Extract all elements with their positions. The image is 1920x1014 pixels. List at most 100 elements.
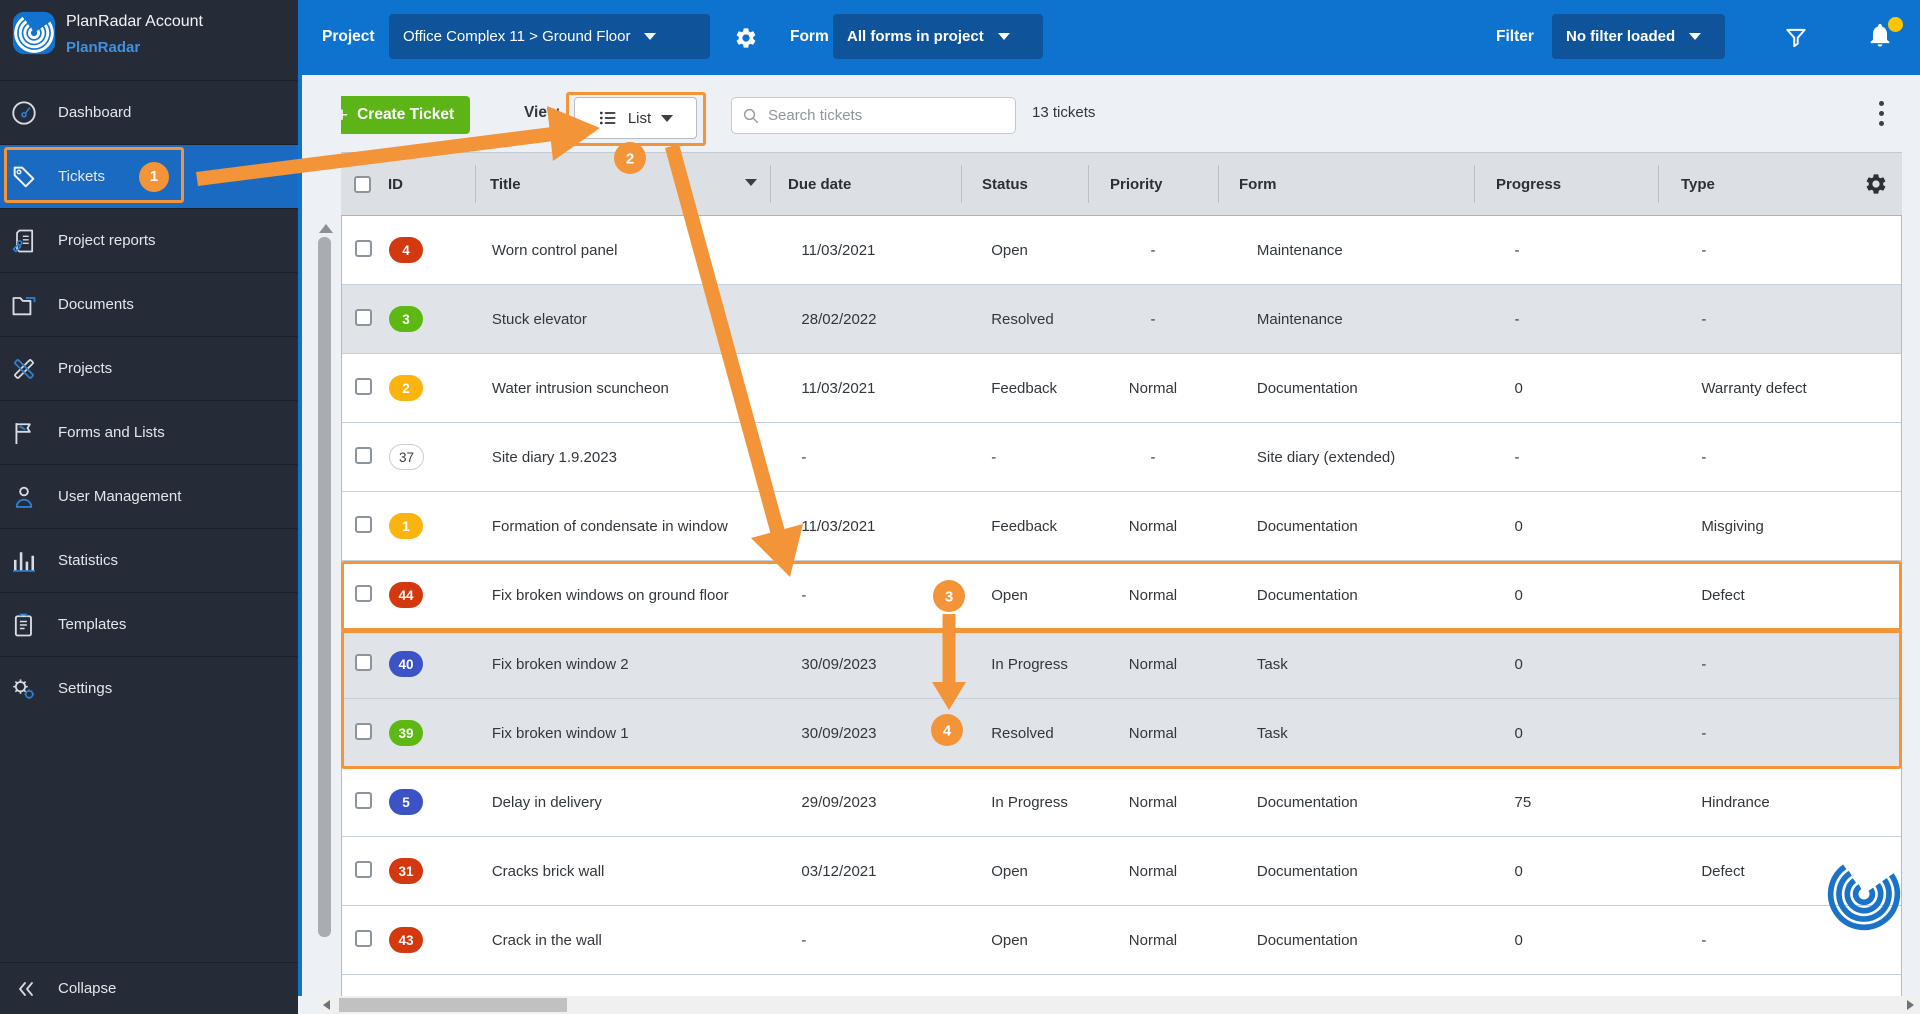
ticket-due-date-cell: -	[801, 448, 807, 466]
filter-funnel-icon[interactable]	[1783, 25, 1809, 51]
list-view-icon	[599, 111, 616, 125]
sidebar-item-dashboard[interactable]: Dashboard	[0, 80, 298, 144]
view-mode-dropdown[interactable]: List	[574, 97, 697, 139]
ticket-due-date-cell: 28/02/2022	[801, 310, 877, 328]
table-row[interactable]: 31 Cracks brick wall 03/12/2021 Open Normal D…	[342, 837, 1901, 906]
column-settings-gear-icon[interactable]	[1864, 172, 1888, 196]
ticket-type-cell: -	[1701, 724, 1707, 742]
vertical-scrollbar[interactable]	[318, 237, 331, 937]
project-settings-gear-icon[interactable]	[734, 26, 758, 50]
row-checkbox-cell	[342, 653, 381, 675]
column-header-progress[interactable]: Progress	[1474, 165, 1658, 203]
row-checkbox-cell	[342, 722, 381, 744]
sidebar-item-label: Dashboard	[58, 104, 132, 121]
column-header-form[interactable]: Form	[1218, 165, 1474, 203]
sidebar-item-label: Tickets	[58, 168, 105, 185]
ticket-priority-cell: -	[1150, 310, 1156, 328]
column-header-due-date[interactable]: Due date	[770, 165, 961, 203]
topbar: Project Office Complex 11 > Ground Floor…	[298, 0, 1920, 75]
ticket-id-badge: 2	[388, 375, 423, 401]
table-row[interactable]: 44 Fix broken windows on ground floor - Ope…	[342, 561, 1901, 630]
user-icon	[15, 486, 33, 508]
sidebar-item-templates[interactable]: Templates	[0, 592, 298, 656]
stats-icon	[12, 551, 36, 572]
notifications-bell-button[interactable]	[1866, 17, 1903, 53]
row-checkbox-cell	[342, 239, 381, 261]
ticket-status-cell: Feedback	[991, 517, 1058, 535]
row-checkbox[interactable]	[355, 584, 372, 602]
form-label: Form	[790, 28, 829, 45]
row-checkbox[interactable]	[355, 929, 372, 947]
table-row[interactable]: 39 Fix broken window 1 30/09/2023 Resolved N…	[342, 699, 1901, 768]
column-header-status[interactable]: Status	[961, 165, 1088, 203]
vertical-scroll-up-arrow[interactable]	[319, 224, 333, 233]
table-row[interactable]: 37 Site diary 1.9.2023 - - - Site diary (exte…	[342, 423, 1901, 492]
column-header-title[interactable]: Title	[475, 165, 770, 203]
ticket-id-badge: 43	[388, 927, 423, 953]
column-header-priority[interactable]: Priority	[1088, 165, 1218, 203]
sidebar-item-label: User Management	[58, 488, 182, 505]
sort-descending-icon[interactable]	[745, 179, 757, 186]
ticket-progress-cell: 0	[1514, 655, 1523, 673]
planradar-watermark-logo	[1827, 857, 1901, 931]
ticket-count: 13 tickets	[1032, 104, 1096, 121]
planradar-app: PlanRadar Account PlanRadar Dashboard Tic…	[0, 0, 1920, 1014]
table-row[interactable]: 3 Stuck elevator 28/02/2022 Resolved - Mainte…	[342, 285, 1901, 354]
notification-dot-badge	[1888, 17, 1903, 32]
table-row[interactable]: 2 Water intrusion scuncheon 11/03/2021 Feed…	[342, 354, 1901, 423]
row-checkbox[interactable]	[355, 239, 372, 257]
ticket-status-cell: Resolved	[991, 310, 1054, 328]
form-dropdown[interactable]: All forms in project	[833, 14, 1043, 59]
sidebar-item-tickets[interactable]: Tickets 1	[0, 144, 298, 208]
account-header[interactable]: PlanRadar Account PlanRadar	[0, 0, 298, 78]
row-checkbox[interactable]	[355, 653, 372, 671]
sidebar-item-documents[interactable]: Documents	[0, 272, 298, 336]
row-checkbox[interactable]	[355, 860, 372, 878]
report-icon	[12, 229, 34, 252]
row-checkbox[interactable]	[355, 515, 372, 533]
ticket-due-date-cell: 11/03/2021	[801, 379, 876, 397]
row-checkbox[interactable]	[355, 308, 372, 326]
table-row[interactable]: 43 Crack in the wall - Open Normal Documentat…	[342, 906, 1901, 975]
sidebar-item-statistics[interactable]: Statistics	[0, 528, 298, 592]
sidebar-item-forms-and-lists[interactable]: Forms and Lists	[0, 400, 298, 464]
scroll-left-arrow[interactable]	[323, 1000, 330, 1010]
sidebar-item-user-management[interactable]: User Management	[0, 464, 298, 528]
ticket-form-cell: Task	[1256, 724, 1288, 742]
more-options-kebab-button[interactable]	[1876, 101, 1886, 131]
row-checkbox[interactable]	[355, 377, 372, 395]
horizontal-scrollbar-track[interactable]	[318, 996, 1920, 1014]
create-ticket-button[interactable]: + Create Ticket	[320, 96, 470, 134]
filter-dropdown[interactable]: No filter loaded	[1552, 14, 1725, 59]
sidebar-item-settings[interactable]: Settings	[0, 656, 298, 720]
select-all-checkbox[interactable]	[354, 175, 371, 193]
ticket-due-date-cell: 30/09/2023	[801, 724, 877, 742]
column-header-id[interactable]: ID	[380, 165, 475, 203]
row-checkbox[interactable]	[355, 722, 372, 740]
scroll-right-arrow[interactable]	[1907, 1000, 1914, 1010]
column-header-type[interactable]: Type	[1658, 165, 1902, 203]
project-dropdown[interactable]: Office Complex 11 > Ground Floor	[389, 14, 710, 59]
ticket-priority-cell: Normal	[1128, 379, 1178, 397]
ticket-priority-cell: -	[1150, 448, 1156, 466]
ticket-priority-cell: Normal	[1128, 517, 1178, 535]
ticket-progress-cell: -	[1514, 241, 1520, 259]
table-row[interactable]: 1 Formation of condensate in window 11/03/…	[342, 492, 1901, 561]
ticket-id-cell: 40	[381, 651, 476, 677]
ticket-title-cell: Crack in the wall	[491, 931, 602, 949]
tag-icon	[13, 166, 35, 187]
account-subtitle: PlanRadar	[66, 39, 141, 56]
row-checkbox[interactable]	[355, 446, 372, 464]
table-row[interactable]: 40 Fix broken window 2 30/09/2023 In Progre…	[342, 630, 1901, 699]
row-checkbox[interactable]	[355, 791, 372, 809]
sidebar-item-projects[interactable]: Projects	[0, 336, 298, 400]
table-row[interactable]: 5 Delay in delivery 29/09/2023 In Progress N…	[342, 768, 1901, 837]
project-label: Project	[322, 28, 375, 45]
horizontal-scrollbar-thumb[interactable]	[339, 998, 567, 1012]
row-checkbox-cell	[342, 515, 381, 537]
sidebar-item-project-reports[interactable]: Project reports	[0, 208, 298, 272]
table-row[interactable]: 4 Worn control panel 11/03/2021 Open - Mainte…	[342, 216, 1901, 285]
sidebar-collapse-button[interactable]: Collapse	[0, 962, 298, 1014]
search-input[interactable]	[768, 107, 1005, 124]
row-checkbox-cell	[342, 308, 381, 330]
